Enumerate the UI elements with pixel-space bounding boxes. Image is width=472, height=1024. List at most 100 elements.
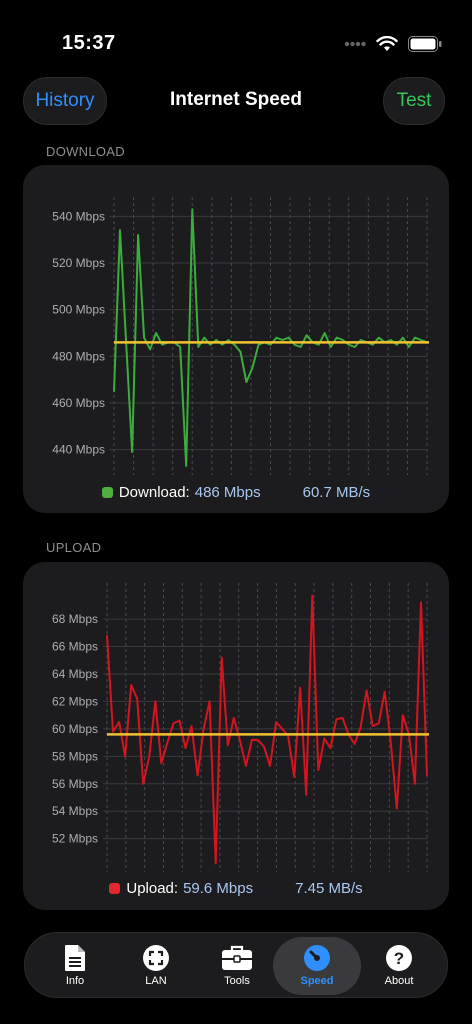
upload-data-point bbox=[353, 743, 356, 745]
status-bar: 15:37 bbox=[0, 0, 472, 70]
upload-data-point bbox=[275, 721, 277, 723]
upload-card: 68 Mbps 66 Mbps 64 Mbps 62 Mbps 60 Mbps 58 Mb… bbox=[23, 562, 449, 910]
download-data-point bbox=[191, 208, 194, 211]
download-data-point bbox=[257, 343, 260, 346]
download-y-tick-label: 480 Mbps bbox=[52, 349, 105, 363]
download-data-point bbox=[408, 346, 410, 348]
upload-legend: Upload: 59.6 Mbps 7.45 MB/s bbox=[23, 880, 449, 897]
upload-y-tick-label: 58 Mbps bbox=[52, 749, 98, 763]
upload-data-point bbox=[202, 728, 205, 730]
upload-data-point bbox=[148, 755, 151, 758]
upload-data-point bbox=[257, 739, 259, 741]
download-data-point bbox=[359, 339, 362, 341]
lan-icon bbox=[143, 945, 169, 971]
tab-speed-label: Speed bbox=[300, 975, 334, 987]
download-legend-label: Download: bbox=[118, 484, 190, 501]
upload-data-point bbox=[305, 793, 308, 796]
download-swatch bbox=[101, 487, 113, 498]
upload-data-point bbox=[269, 765, 271, 767]
upload-data-point bbox=[420, 601, 422, 604]
battery-icon bbox=[408, 36, 442, 52]
tab-tools-label: Tools bbox=[224, 975, 250, 987]
tab-info-label: Info bbox=[65, 975, 85, 987]
download-data-point bbox=[299, 346, 302, 348]
upload-data-point bbox=[251, 739, 253, 741]
download-data-point bbox=[119, 229, 121, 232]
download-section-label: DOWNLOAD bbox=[46, 144, 125, 159]
tab-tools[interactable]: Tools bbox=[193, 937, 281, 995]
tab-about[interactable]: ? About bbox=[355, 937, 443, 995]
download-data-point bbox=[287, 336, 290, 339]
download-data-point bbox=[131, 451, 133, 453]
download-legend-bytes: 60.7 MB/s bbox=[302, 484, 371, 501]
upload-data-point bbox=[124, 755, 126, 758]
upload-data-point bbox=[383, 691, 386, 693]
upload-data-point bbox=[112, 730, 114, 733]
download-data-point bbox=[414, 336, 416, 339]
upload-data-point bbox=[154, 700, 157, 703]
download-data-point bbox=[396, 343, 398, 346]
download-legend-value: 486 Mbps bbox=[194, 484, 261, 501]
wifi-icon bbox=[376, 36, 398, 51]
status-icons bbox=[344, 34, 442, 54]
test-button[interactable]: Test bbox=[383, 77, 445, 125]
upload-data-point bbox=[106, 634, 108, 637]
download-data-point bbox=[390, 339, 392, 341]
upload-swatch bbox=[109, 883, 121, 894]
download-data-point bbox=[275, 336, 278, 339]
download-data-point bbox=[347, 343, 350, 346]
upload-data-point bbox=[166, 741, 169, 744]
download-data-point bbox=[155, 332, 157, 334]
upload-data-point bbox=[263, 745, 265, 748]
download-legend: Download: 486 Mbps 60.7 MB/s bbox=[23, 484, 449, 501]
upload-data-point bbox=[341, 717, 344, 719]
download-data-point bbox=[233, 343, 236, 346]
download-data-point bbox=[221, 343, 224, 346]
download-data-point bbox=[245, 381, 248, 383]
download-chart: 540 Mbps 520 Mbps 500 Mbps 480 Mbps 460 Mbps… bbox=[52, 197, 429, 475]
upload-data-point bbox=[323, 737, 326, 740]
upload-series-line bbox=[106, 594, 428, 865]
download-data-point bbox=[293, 343, 296, 346]
upload-data-point bbox=[196, 774, 199, 777]
tab-about-label: About bbox=[384, 975, 414, 987]
download-data-point bbox=[137, 234, 139, 236]
nav-bar: History Internet Speed Test bbox=[0, 77, 472, 127]
upload-legend-label: Upload: bbox=[126, 880, 179, 897]
download-data-point bbox=[420, 339, 422, 341]
download-data-point bbox=[227, 339, 230, 341]
download-data-point bbox=[197, 346, 200, 348]
download-data-point bbox=[149, 348, 151, 351]
upload-data-point bbox=[172, 722, 175, 725]
download-data-point bbox=[372, 343, 374, 346]
speedometer-icon bbox=[304, 945, 330, 971]
upload-legend-bytes: 7.45 MB/s bbox=[295, 880, 363, 897]
download-data-point bbox=[305, 334, 308, 337]
download-data-point bbox=[378, 336, 380, 339]
tab-speed[interactable]: Speed bbox=[273, 937, 361, 995]
upload-data-point bbox=[232, 717, 235, 719]
upload-y-tick-label: 54 Mbps bbox=[52, 804, 98, 818]
tab-info[interactable]: Info bbox=[31, 937, 119, 995]
download-data-point bbox=[341, 339, 344, 341]
tab-lan[interactable]: LAN bbox=[112, 937, 200, 995]
upload-section-label: UPLOAD bbox=[46, 540, 102, 555]
upload-y-tick-label: 62 Mbps bbox=[52, 694, 98, 708]
download-data-point bbox=[185, 465, 188, 467]
upload-data-point bbox=[311, 594, 314, 597]
download-data-point bbox=[209, 343, 212, 346]
doc-icon bbox=[65, 945, 85, 971]
upload-data-point bbox=[396, 807, 398, 810]
upload-data-point bbox=[426, 774, 428, 777]
upload-data-point bbox=[239, 739, 241, 741]
upload-data-point bbox=[142, 782, 145, 785]
download-y-tick-label: 500 Mbps bbox=[52, 303, 105, 317]
upload-data-point bbox=[359, 726, 362, 729]
upload-data-point bbox=[329, 747, 332, 749]
upload-data-point bbox=[377, 722, 380, 725]
download-y-tick-label: 460 Mbps bbox=[52, 396, 105, 410]
tab-lan-label: LAN bbox=[145, 975, 167, 987]
question-icon: ? bbox=[386, 945, 412, 971]
upload-data-point bbox=[136, 697, 138, 700]
upload-data-point bbox=[245, 765, 247, 767]
